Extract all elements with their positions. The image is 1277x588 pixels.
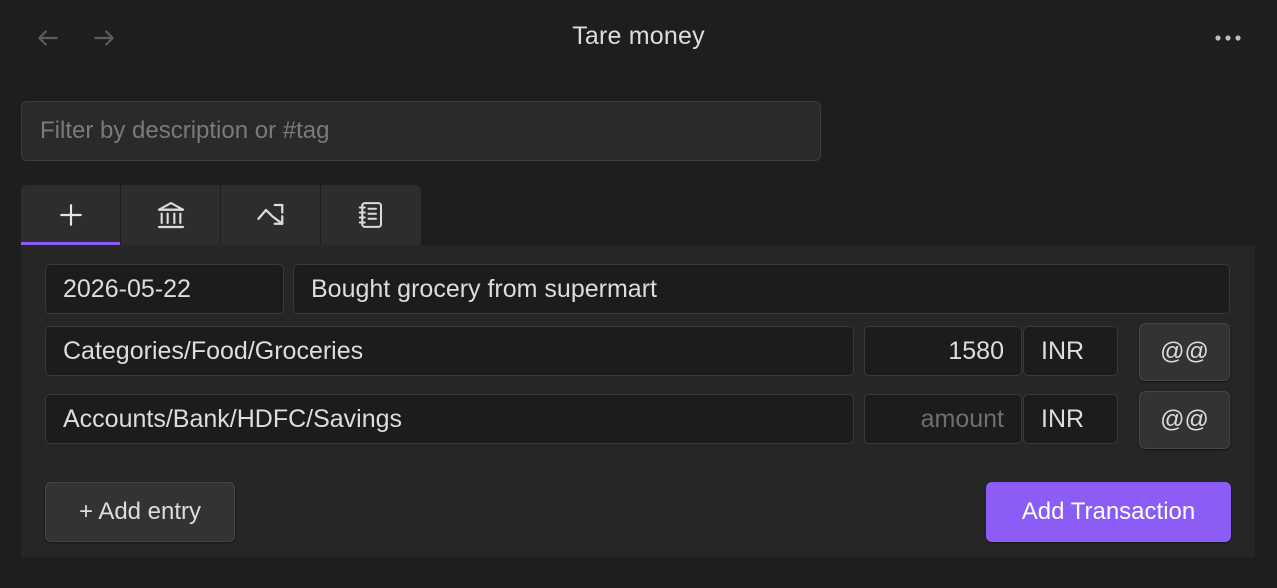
entry-price-button[interactable]: @@: [1139, 391, 1230, 449]
entry-amount-field[interactable]: [864, 394, 1022, 444]
bank-icon: [157, 201, 184, 229]
notebook-icon: [358, 202, 382, 228]
plus-icon: [59, 204, 82, 226]
app-window: Tare money Filter by description or #tag…: [0, 0, 1277, 588]
entry-amount-field[interactable]: [864, 326, 1022, 376]
transaction-panel: @@ @@ + Add entry Add Transaction: [21, 245, 1255, 557]
filter-input[interactable]: [21, 101, 821, 161]
tab-reports[interactable]: [221, 185, 321, 245]
tab-journal[interactable]: [321, 185, 421, 245]
tab-bar: [21, 185, 421, 245]
entry-currency-field[interactable]: [1023, 394, 1118, 444]
trending-icon: [256, 203, 283, 225]
add-entry-button[interactable]: + Add entry: [45, 482, 235, 542]
entry-currency-field[interactable]: [1023, 326, 1118, 376]
entry-price-button[interactable]: @@: [1139, 323, 1230, 381]
add-transaction-button[interactable]: Add Transaction: [986, 482, 1231, 542]
entry-account-field[interactable]: [45, 394, 854, 444]
entry-account-field[interactable]: [45, 326, 854, 376]
more-horizontal-icon: [1215, 35, 1241, 41]
page-title: Tare money: [572, 22, 705, 50]
tab-add-transaction[interactable]: [21, 185, 121, 245]
tab-accounts[interactable]: [121, 185, 221, 245]
description-field[interactable]: [293, 264, 1230, 314]
date-field[interactable]: [45, 264, 284, 314]
more-options-button[interactable]: [1213, 26, 1243, 50]
header: Tare money: [0, 0, 1277, 76]
